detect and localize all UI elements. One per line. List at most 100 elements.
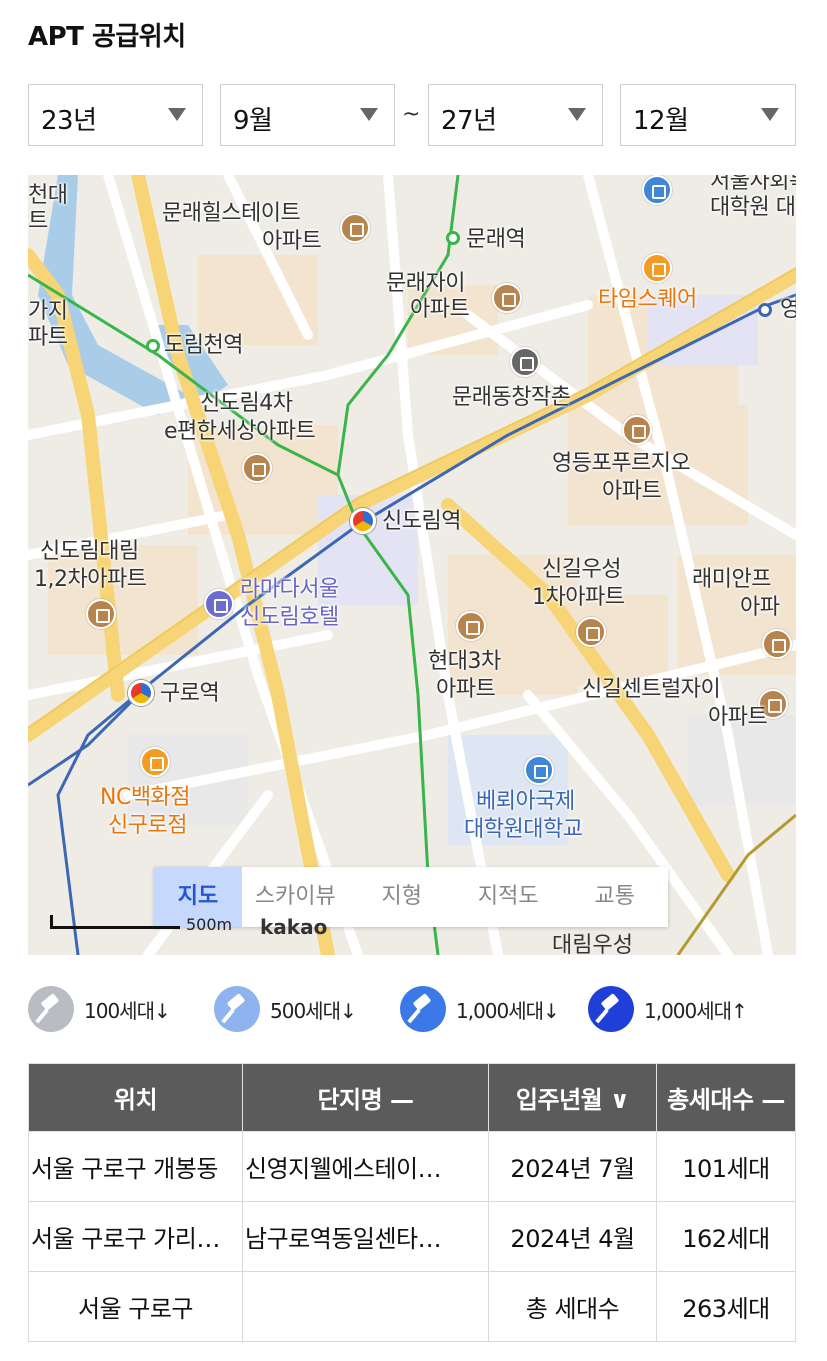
yeongdeungpo-station-icon bbox=[758, 303, 772, 317]
shopping-icon[interactable] bbox=[140, 747, 170, 777]
map-label: 서울사회복지 bbox=[710, 175, 796, 194]
table-row[interactable]: 서울 구로구 가리… 남구로역동일센타… 2024년 4월 162세대 bbox=[28, 1201, 796, 1272]
map-label: 천대 bbox=[28, 183, 68, 208]
legend: 100세대↓ 500세대↓ 1,000세대↓ 1,000세대↑ bbox=[28, 983, 796, 1035]
tab-cadastral[interactable]: 지적도 bbox=[455, 867, 562, 927]
map-label: 1차아파트 bbox=[532, 585, 625, 610]
map-label: 아파트 bbox=[436, 677, 496, 702]
shopping-icon[interactable] bbox=[642, 253, 672, 283]
map-label: 대림우성 bbox=[552, 933, 633, 955]
chevron-down-icon bbox=[360, 108, 378, 121]
map-label: 구로역 bbox=[160, 681, 220, 706]
table-total-row: 서울 구로구 총 세대수 263세대 bbox=[28, 1271, 796, 1342]
cell-complex[interactable]: 남구로역동일센타… bbox=[242, 1201, 489, 1272]
map-label: 아파트 bbox=[262, 229, 322, 254]
apartment-icon[interactable] bbox=[492, 283, 522, 313]
cell-total-location: 서울 구로구 bbox=[28, 1271, 243, 1342]
cell-location: 서울 구로구 개봉동 bbox=[28, 1131, 243, 1202]
tab-traffic[interactable]: 교통 bbox=[562, 867, 669, 927]
map-label: 신길우성 bbox=[542, 557, 621, 582]
map-label: 신도림역 bbox=[382, 509, 461, 534]
column-header-location: 위치 bbox=[28, 1063, 243, 1132]
map-label: 문래힐스테이트 bbox=[162, 201, 301, 226]
cell-location: 서울 구로구 가리… bbox=[28, 1201, 243, 1272]
school-icon[interactable] bbox=[642, 175, 672, 205]
map-label: 트 bbox=[28, 209, 48, 234]
hammer-marker-icon bbox=[28, 986, 74, 1032]
scale-bar bbox=[50, 915, 180, 929]
legend-label: 1,000세대↓ bbox=[456, 998, 560, 1023]
map-brand-logo: kakao bbox=[260, 915, 328, 939]
map-label: 베뢰아국제 bbox=[476, 789, 575, 814]
to-month-select[interactable]: 12월 bbox=[620, 84, 796, 146]
to-year-select[interactable]: 27년 bbox=[428, 84, 603, 146]
cell-total-label: 총 세대수 bbox=[488, 1271, 657, 1342]
map-label: 신도림대림 bbox=[40, 539, 139, 564]
dorimcheon-station-icon bbox=[146, 339, 160, 353]
table-row[interactable]: 서울 구로구 개봉동 신영지웰에스테이… 2024년 7월 101세대 bbox=[28, 1131, 796, 1202]
apartment-icon[interactable] bbox=[86, 599, 116, 629]
range-separator: ~ bbox=[402, 102, 421, 127]
table-header-row: 위치 단지명 — 입주년월 ∨ 총세대수 — bbox=[28, 1063, 796, 1132]
map-label: 영등포푸르지오 bbox=[552, 451, 691, 476]
map-label: 가지 bbox=[28, 299, 68, 324]
map-label: 파트 bbox=[28, 325, 68, 350]
map-label: 도림천역 bbox=[164, 333, 243, 358]
map-view[interactable]: 천대 트 문래힐스테이트 아파트 문래역 서울사회복지 대학원 대학 문래자이 … bbox=[28, 175, 796, 955]
map-label: 문래역 bbox=[466, 227, 526, 252]
chevron-down-icon bbox=[568, 108, 586, 121]
map-label: 영 bbox=[780, 297, 796, 322]
hammer-marker-icon bbox=[400, 986, 446, 1032]
hammer-marker-icon bbox=[214, 986, 260, 1032]
column-header-move-in[interactable]: 입주년월 ∨ bbox=[488, 1063, 657, 1132]
map-label: NC백화점 bbox=[100, 785, 191, 810]
map-label: 문래자이 bbox=[386, 271, 465, 296]
supply-table: 위치 단지명 — 입주년월 ∨ 총세대수 — 서울 구로구 개봉동 신영지웰에스… bbox=[28, 1063, 796, 1342]
guro-station-icon[interactable] bbox=[128, 680, 154, 706]
from-month-select[interactable]: 9월 bbox=[220, 84, 395, 146]
cell-households: 162세대 bbox=[656, 1201, 796, 1272]
map-label: 신구로점 bbox=[108, 813, 187, 838]
hammer-marker-icon bbox=[588, 986, 634, 1032]
map-label: 타임스퀘어 bbox=[598, 287, 697, 312]
map-label: 1,2차아파트 bbox=[34, 567, 147, 592]
map-label: 문래동창작촌 bbox=[452, 385, 571, 410]
scale-label: 500m bbox=[186, 915, 233, 934]
column-header-complex[interactable]: 단지명 — bbox=[242, 1063, 489, 1132]
column-header-households[interactable]: 총세대수 — bbox=[656, 1063, 796, 1132]
school-icon[interactable] bbox=[524, 755, 554, 785]
hotel-icon[interactable] bbox=[204, 589, 234, 619]
map-label: 아파트 bbox=[602, 479, 662, 504]
cell-complex[interactable]: 신영지웰에스테이… bbox=[242, 1131, 489, 1202]
apartment-icon[interactable] bbox=[242, 453, 272, 483]
map-label: 대학원 대학 bbox=[710, 195, 796, 220]
legend-item: 1,000세대↓ bbox=[400, 983, 560, 1035]
legend-item: 1,000세대↑ bbox=[588, 983, 748, 1035]
map-label: 라마다서울 bbox=[240, 577, 339, 602]
map-label: 신도림4차 bbox=[200, 391, 293, 416]
cell-move-in: 2024년 4월 bbox=[488, 1201, 657, 1272]
from-year-select[interactable]: 23년 bbox=[28, 84, 203, 146]
legend-label: 100세대↓ bbox=[84, 998, 171, 1023]
apartment-icon[interactable] bbox=[622, 415, 652, 445]
tab-terrain[interactable]: 지형 bbox=[349, 867, 456, 927]
legend-label: 1,000세대↑ bbox=[644, 998, 748, 1023]
apartment-icon[interactable] bbox=[576, 617, 606, 647]
chevron-down-icon bbox=[761, 108, 779, 121]
from-year-value: 23년 bbox=[41, 106, 97, 136]
map-label: 아파트 bbox=[708, 705, 768, 730]
map-label: 아파트 bbox=[410, 297, 470, 322]
legend-item: 100세대↓ bbox=[28, 983, 171, 1035]
legend-item: 500세대↓ bbox=[214, 983, 357, 1035]
period-filter: 23년 9월 ~ 27년 12월 bbox=[28, 84, 796, 146]
sindorim-station-icon[interactable] bbox=[350, 508, 376, 534]
page-title: APT 공급위치 bbox=[28, 22, 186, 52]
cell-empty bbox=[242, 1271, 489, 1342]
apartment-icon[interactable] bbox=[340, 213, 370, 243]
apartment-icon[interactable] bbox=[762, 629, 792, 659]
chevron-down-icon bbox=[168, 108, 186, 121]
landmark-icon[interactable] bbox=[510, 347, 540, 377]
apartment-icon[interactable] bbox=[456, 611, 486, 641]
cell-total-value: 263세대 bbox=[656, 1271, 796, 1342]
from-month-value: 9월 bbox=[233, 106, 273, 136]
